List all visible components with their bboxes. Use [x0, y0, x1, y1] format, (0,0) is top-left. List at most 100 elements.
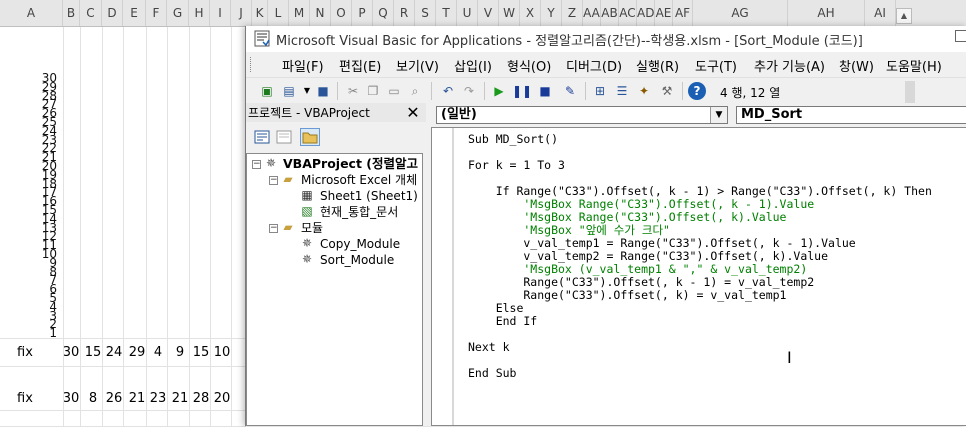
menu-format[interactable]: 형식(O)	[507, 56, 551, 75]
cell-value[interactable]: 15	[82, 345, 104, 360]
column-header-c[interactable]: C	[80, 0, 102, 26]
toolbox-icon[interactable]: ⚒	[658, 82, 676, 100]
scroll-up-button[interactable]: ▲	[896, 8, 912, 24]
save-icon[interactable]: ■	[314, 82, 332, 100]
column-header-p[interactable]: P	[352, 0, 373, 26]
help-icon[interactable]: ?	[688, 82, 706, 100]
column-header-ab[interactable]: AB	[601, 0, 619, 26]
column-header-l[interactable]: L	[268, 0, 289, 26]
maximize-button[interactable]	[955, 30, 966, 42]
cell-value[interactable]: 15	[190, 345, 212, 360]
menu-run[interactable]: 실행(R)	[636, 56, 679, 75]
cell-value[interactable]: 20	[211, 391, 233, 406]
column-header-f[interactable]: F	[146, 0, 167, 26]
column-header-ae[interactable]: AE	[655, 0, 673, 26]
tree-item-workbook[interactable]: 현재_통합_문서	[320, 204, 398, 220]
column-header-o[interactable]: O	[331, 0, 352, 26]
insert-module-icon[interactable]: ▤	[280, 82, 298, 100]
column-header-w[interactable]: W	[499, 0, 520, 26]
column-header-d[interactable]: D	[102, 0, 123, 26]
column-header-b[interactable]: B	[63, 0, 80, 26]
column-header-e[interactable]: E	[123, 0, 146, 26]
menu-help[interactable]: 도움말(H)	[886, 56, 942, 75]
break-icon[interactable]: ❚❚	[512, 82, 532, 100]
column-header-r[interactable]: R	[394, 0, 415, 26]
menu-addins[interactable]: 추가 기능(A)	[754, 56, 825, 75]
column-header-af[interactable]: AF	[673, 0, 693, 26]
menu-tools[interactable]: 도구(T)	[695, 56, 737, 75]
code-editor[interactable]: Sub MD_Sort() For k = 1 To 3 If Range("C3…	[431, 127, 966, 426]
column-header-ai[interactable]: AI	[865, 0, 896, 26]
column-header-ac[interactable]: AC	[619, 0, 637, 26]
cell-value[interactable]: 29	[126, 345, 148, 360]
chevron-down-icon[interactable]: ▼	[710, 107, 727, 123]
cell-value[interactable]: 21	[169, 391, 191, 406]
cell-value[interactable]: 28	[190, 391, 212, 406]
cell-value[interactable]: 10	[211, 345, 233, 360]
column-header-a[interactable]: A	[0, 0, 63, 26]
column-header-aa[interactable]: AA	[583, 0, 601, 26]
cell-value[interactable]: 9	[169, 345, 191, 360]
tree-item-vbaproject[interactable]: VBAProject (정렬알고	[283, 156, 418, 172]
menu-edit[interactable]: 편집(E)	[339, 56, 381, 75]
properties-icon[interactable]: ☰	[613, 82, 631, 100]
tree-item-modules[interactable]: 모듈	[301, 220, 323, 236]
column-header-u[interactable]: U	[457, 0, 478, 26]
column-header-j[interactable]: J	[231, 0, 252, 26]
tree-collapse-excel-objects[interactable]: −	[269, 176, 278, 185]
menu-window[interactable]: 창(W)	[839, 56, 874, 75]
column-header-v[interactable]: V	[478, 0, 499, 26]
column-header-h[interactable]: H	[189, 0, 210, 26]
object-browser-icon[interactable]: ✦	[635, 82, 653, 100]
cell-value[interactable]: 21	[126, 391, 148, 406]
copy-icon[interactable]: ❐	[364, 82, 382, 100]
column-header-ag[interactable]: AG	[693, 0, 788, 26]
column-header-g[interactable]: G	[167, 0, 189, 26]
tree-item-excel-objects[interactable]: Microsoft Excel 개체	[301, 172, 417, 188]
menu-view[interactable]: 보기(V)	[396, 56, 439, 75]
tree-item-sort-module[interactable]: Sort_Module	[320, 252, 394, 268]
column-header-ah[interactable]: AH	[788, 0, 865, 26]
cell-value[interactable]: 8	[82, 391, 104, 406]
redo-icon[interactable]: ↷	[460, 82, 478, 100]
column-header-y[interactable]: Y	[541, 0, 562, 26]
column-header-z[interactable]: Z	[562, 0, 583, 26]
project-explorer-icon[interactable]: ⊞	[591, 82, 609, 100]
cell-value[interactable]: 24	[103, 345, 125, 360]
title-bar[interactable]: Microsoft Visual Basic for Applications …	[246, 26, 966, 52]
vbe-window[interactable]: Microsoft Visual Basic for Applications …	[245, 26, 966, 426]
tree-collapse-modules[interactable]: −	[269, 224, 278, 233]
column-header-s[interactable]: S	[415, 0, 436, 26]
view-excel-icon[interactable]: ▣	[258, 82, 276, 100]
cell-value[interactable]: 4	[147, 345, 169, 360]
design-mode-icon[interactable]: ✎	[561, 82, 579, 100]
procedure-combo[interactable]: MD_Sort	[736, 106, 966, 124]
column-header-m[interactable]: M	[289, 0, 310, 26]
reset-icon[interactable]: ■	[536, 82, 554, 100]
menu-insert[interactable]: 삽입(I)	[454, 56, 492, 75]
paste-icon[interactable]: ▭	[385, 82, 403, 100]
close-icon[interactable]: ✕	[404, 104, 422, 121]
code-margin[interactable]	[432, 128, 454, 425]
toolbar-options[interactable]	[905, 81, 915, 103]
toggle-folders-button[interactable]	[300, 128, 320, 146]
find-icon[interactable]: ⌕	[406, 82, 424, 100]
column-header-k[interactable]: K	[252, 0, 268, 26]
column-header-q[interactable]: Q	[373, 0, 394, 26]
column-header-i[interactable]: I	[210, 0, 231, 26]
view-code-button[interactable]	[252, 128, 272, 146]
undo-icon[interactable]: ↶	[439, 82, 457, 100]
run-icon[interactable]: ▶	[490, 82, 508, 100]
menu-debug[interactable]: 디버그(D)	[566, 56, 622, 75]
column-header-t[interactable]: T	[436, 0, 457, 26]
menu-grip[interactable]	[250, 57, 254, 72]
column-header-x[interactable]: X	[520, 0, 541, 26]
tree-item-copy-module[interactable]: Copy_Module	[320, 236, 400, 252]
cell-value[interactable]: 23	[147, 391, 169, 406]
cut-icon[interactable]: ✂	[344, 82, 362, 100]
menu-file[interactable]: 파일(F)	[282, 56, 324, 75]
tree-item-sheet1[interactable]: Sheet1 (Sheet1)	[320, 188, 418, 204]
column-header-n[interactable]: N	[310, 0, 331, 26]
cell-value[interactable]: 26	[103, 391, 125, 406]
column-header-ad[interactable]: AD	[637, 0, 655, 26]
